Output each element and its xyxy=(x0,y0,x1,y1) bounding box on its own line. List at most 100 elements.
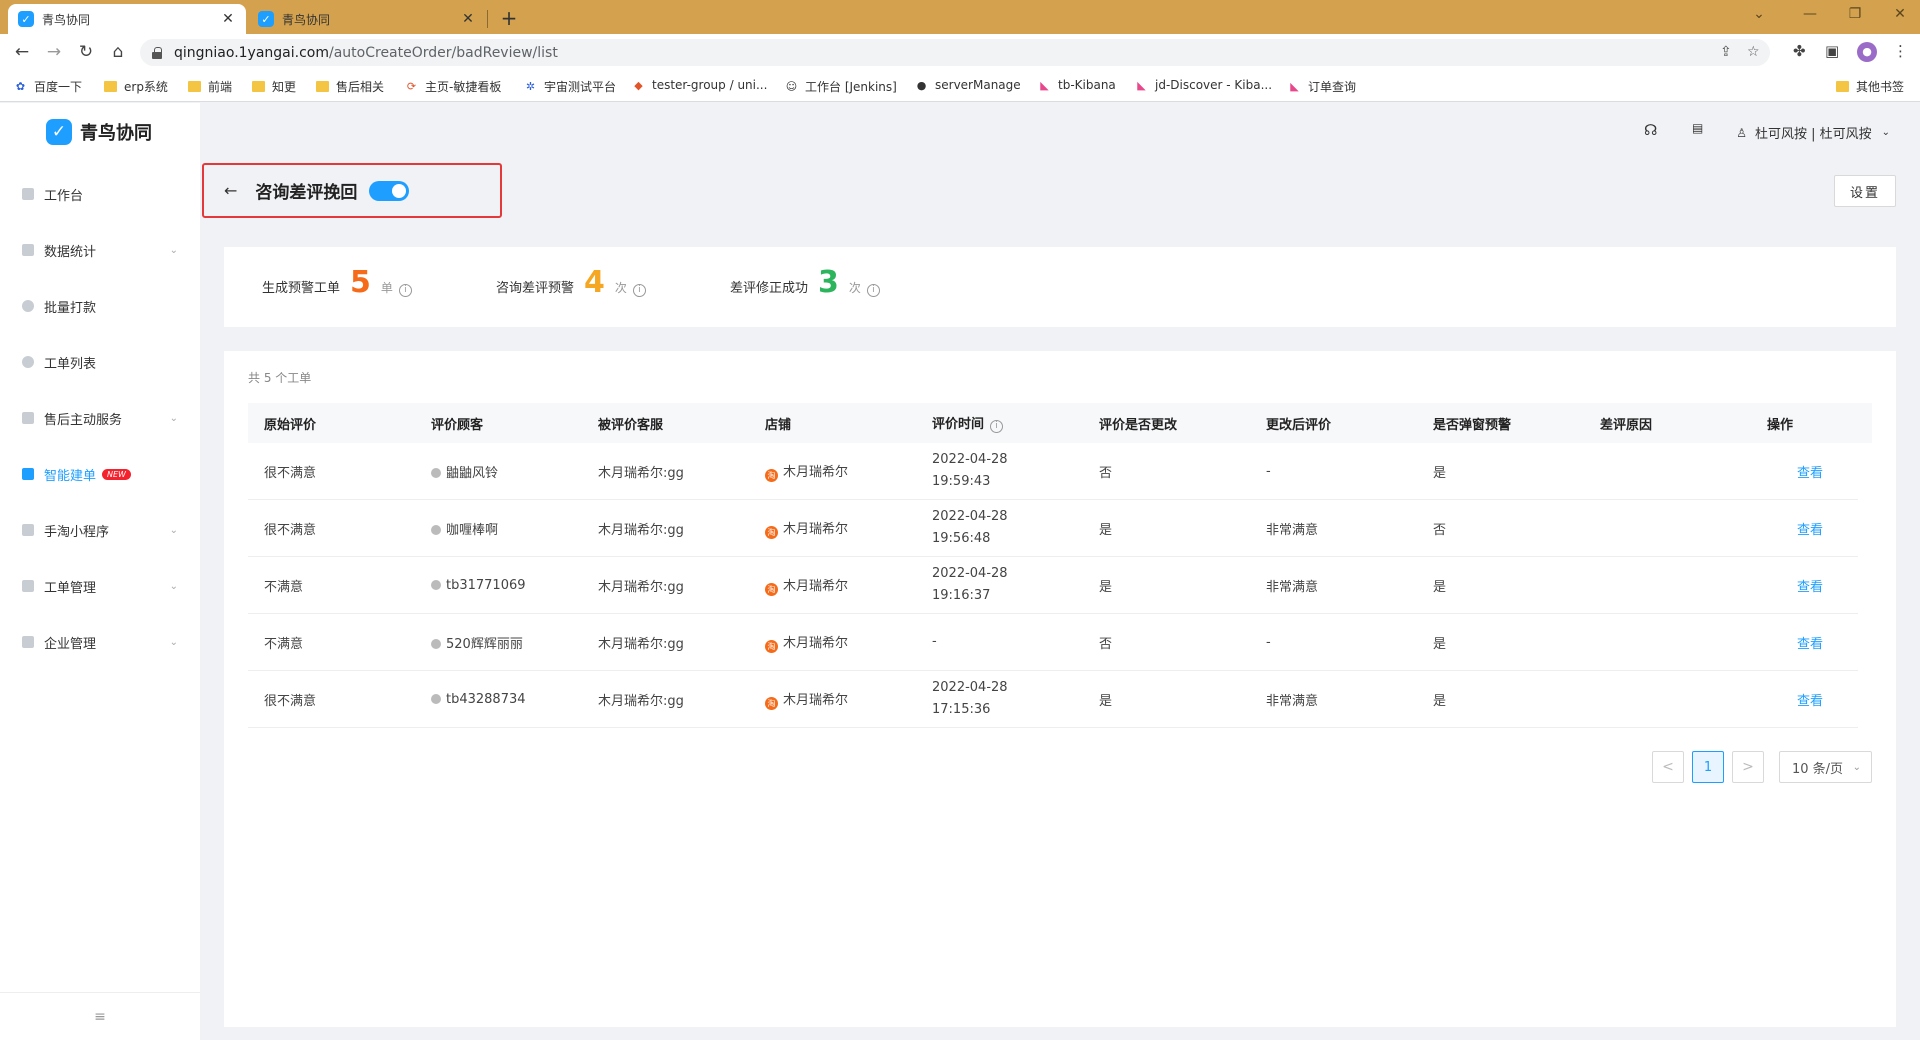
bookmark-item[interactable]: ◣ jd-Discover - Kiba... xyxy=(1135,78,1272,92)
kibana-icon: ◣ xyxy=(1137,78,1146,92)
jenkins-icon: ☺ xyxy=(785,80,798,93)
bookmark-item[interactable]: ✲ 宇宙测试平台 xyxy=(524,78,616,95)
back-arrow-icon[interactable]: ← xyxy=(224,181,237,200)
bookmark-label: tester-group / uni... xyxy=(652,78,768,92)
bookmark-item[interactable]: 前端 xyxy=(188,78,232,95)
settings-button[interactable]: 设置 xyxy=(1834,175,1896,207)
bookmark-label: 知更 xyxy=(272,80,297,94)
reload-icon[interactable]: ↻ xyxy=(74,40,98,64)
chevron-down-icon: ⌄ xyxy=(169,524,178,536)
more-menu-icon[interactable]: ⋮ xyxy=(1893,42,1908,60)
customer-name: 520辉辉丽丽 xyxy=(446,636,523,652)
cell-customer: tb31771069 xyxy=(415,578,582,593)
profile-avatar-icon[interactable]: ● xyxy=(1857,42,1877,62)
view-link[interactable]: 查看 xyxy=(1767,523,1823,538)
cell-after-review: - xyxy=(1266,463,1271,479)
page-size-select[interactable]: 10 条/页 ⌄ xyxy=(1779,751,1872,783)
browser-tab-active[interactable]: ✓ 青鸟协同 ✕ xyxy=(8,4,246,34)
review-clock: 19:56:48 xyxy=(932,531,991,546)
table-row: 很不满意 咖喱棒啊 木月瑞希尔:gg 淘木月瑞希尔 2022-04-28 19:56:48… xyxy=(248,500,1858,557)
share-icon[interactable]: ⇪ xyxy=(1720,44,1732,60)
view-link[interactable]: 查看 xyxy=(1767,580,1823,595)
other-bookmarks[interactable]: 其他书签 xyxy=(1836,78,1904,95)
browser-tab[interactable]: ✓ 青鸟协同 ✕ xyxy=(248,4,486,34)
agile-icon: ⟳ xyxy=(406,80,417,93)
info-icon[interactable]: i xyxy=(398,283,412,297)
forward-icon[interactable]: → xyxy=(42,40,66,64)
minimize-icon[interactable]: — xyxy=(1795,6,1825,22)
side-panel-icon[interactable]: ▣ xyxy=(1825,42,1839,60)
page-1-button[interactable]: 1 xyxy=(1692,751,1724,783)
bookmark-item[interactable]: 售后相关 xyxy=(316,78,384,95)
collapse-sidebar-button[interactable]: ≡ xyxy=(0,992,200,1040)
browser-tab-bar: ✓ 青鸟协同 ✕ ✓ 青鸟协同 ✕ + ⌄ — ❐ ✕ xyxy=(0,0,1920,34)
tab-search-icon[interactable]: ⌄ xyxy=(1744,6,1774,22)
headset-icon[interactable]: ☊ xyxy=(1644,121,1657,139)
table-row: 很不满意 tb43288734 木月瑞希尔:gg 淘木月瑞希尔 2022-04-28 17… xyxy=(248,671,1858,728)
info-icon[interactable]: i xyxy=(866,283,880,297)
bookmark-item[interactable]: ◆ tester-group / uni... xyxy=(632,78,767,92)
bookmark-item[interactable]: ◣ tb-Kibana xyxy=(1038,78,1116,92)
prev-page-button[interactable]: < xyxy=(1652,751,1684,783)
sidebar-item-statistics[interactable]: 数据统计 ⌄ xyxy=(0,230,200,270)
qingniao-favicon-icon: ✓ xyxy=(18,11,34,27)
close-tab-icon[interactable]: ✕ xyxy=(460,11,476,27)
address-bar[interactable]: qingniao.1yangai.com/autoCreateOrder/bad… xyxy=(140,39,1770,66)
collapse-icon: ≡ xyxy=(94,1008,106,1025)
bookmark-item[interactable]: ✿ 百度一下 xyxy=(14,78,82,95)
back-icon[interactable]: ← xyxy=(10,40,34,64)
table-header: 原始评价 评价顾客 被评价客服 店铺 评价时间 i 评价是否更改 更改后评价 是否… xyxy=(248,403,1872,443)
sidebar-item-ticket-management[interactable]: 工单管理 ⌄ xyxy=(0,566,200,606)
bar-chart-icon xyxy=(22,244,34,256)
sidebar-item-batch-pay[interactable]: 批量打款 xyxy=(0,286,200,326)
sidebar-item-ticket-list[interactable]: 工单列表 xyxy=(0,342,200,382)
bookmark-item[interactable]: ◣ 订单查询 xyxy=(1288,78,1356,95)
bookmark-item[interactable]: ⟳ 主页-敏捷看板 xyxy=(405,78,501,95)
cell-changed: 是 xyxy=(1099,522,1113,538)
app-logo[interactable]: ✓ 青鸟协同 xyxy=(46,119,152,145)
extensions-icon[interactable]: ✤ xyxy=(1793,42,1806,60)
bookmark-label: 前端 xyxy=(208,80,233,94)
customer-name: tb43288734 xyxy=(446,691,526,707)
customer-name: tb31771069 xyxy=(446,577,526,593)
bookmark-star-icon[interactable]: ☆ xyxy=(1747,44,1760,60)
close-window-icon[interactable]: ✕ xyxy=(1885,6,1915,22)
bookmark-item[interactable]: erp系统 xyxy=(104,78,168,95)
sidebar-item-smart-ticket[interactable]: 智能建单 NEW xyxy=(0,454,200,494)
user-menu[interactable]: ♙ 杜可风按 | 杜可风按 ⌄ xyxy=(1736,123,1890,143)
bookmark-item[interactable]: ☺ 工作台 [Jenkins] xyxy=(785,78,897,95)
sidebar-item-proactive-service[interactable]: 售后主动服务 ⌄ xyxy=(0,398,200,438)
new-tab-button[interactable]: + xyxy=(496,6,522,30)
stat-unit: 次 xyxy=(614,281,627,295)
sidebar-item-mini-program[interactable]: 手淘小程序 ⌄ xyxy=(0,510,200,550)
next-page-button[interactable]: > xyxy=(1732,751,1764,783)
bookmark-label: tb-Kibana xyxy=(1058,78,1116,92)
stats-card: 生成预警工单 5 单 i 咨询差评预警 4 次 i 差评修正成功 3 次 i xyxy=(224,247,1896,327)
customer-name: 咖喱棒啊 xyxy=(446,522,499,538)
gitlab-icon: ◆ xyxy=(634,78,643,92)
customer-avatar-icon xyxy=(431,524,441,535)
bookmark-item[interactable]: 知更 xyxy=(252,78,296,95)
bookmark-label: jd-Discover - Kiba... xyxy=(1155,78,1273,92)
restore-icon[interactable]: ❐ xyxy=(1840,6,1870,22)
chevron-down-icon: ⌄ xyxy=(169,412,178,424)
home-icon[interactable]: ⌂ xyxy=(106,40,130,64)
info-icon[interactable]: i xyxy=(990,419,1004,433)
info-icon[interactable]: i xyxy=(632,283,646,297)
sidebar-item-enterprise[interactable]: 企业管理 ⌄ xyxy=(0,622,200,662)
view-link[interactable]: 查看 xyxy=(1767,466,1823,481)
cell-review-time: 2022-04-28 19:16:37 xyxy=(916,563,1083,607)
view-link[interactable]: 查看 xyxy=(1767,694,1823,709)
feature-toggle[interactable] xyxy=(369,180,410,201)
bookmark-item[interactable]: ● serverManage xyxy=(915,78,1021,92)
review-date: - xyxy=(932,634,937,649)
doc-icon[interactable]: ▤ xyxy=(1692,121,1703,135)
logo-text: 青鸟协同 xyxy=(80,123,152,144)
bookmark-label: 宇宙测试平台 xyxy=(544,80,617,94)
cell-customer: 咖喱棒啊 xyxy=(415,519,582,538)
cell-changed: 是 xyxy=(1099,693,1113,709)
sidebar-item-workbench[interactable]: 工作台 xyxy=(0,174,200,214)
close-tab-icon[interactable]: ✕ xyxy=(220,11,236,27)
view-link[interactable]: 查看 xyxy=(1767,637,1823,652)
shop-name: 木月瑞希尔 xyxy=(783,635,849,651)
